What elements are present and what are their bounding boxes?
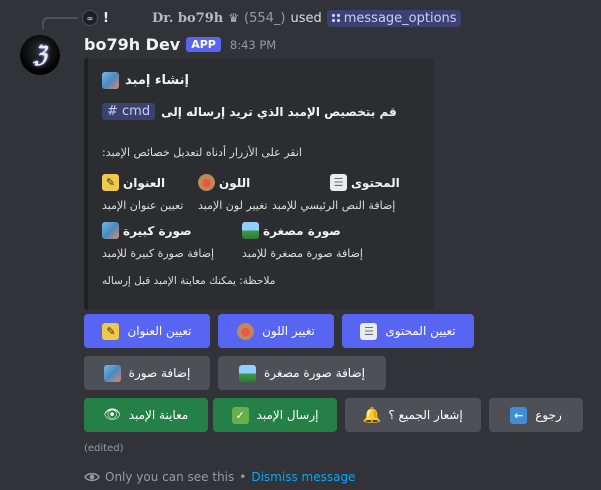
add-thumbnail-button[interactable]: إضافة صورة مصغرة	[218, 356, 386, 390]
bot-username[interactable]: bo79h Dev	[84, 35, 180, 54]
field-name-text: صورة مصغرة	[263, 223, 341, 238]
reply-spine	[42, 17, 78, 29]
bot-avatar[interactable]: ℨ	[20, 35, 60, 75]
preview-embed-button[interactable]: 👁 معاينة الإمبد	[84, 398, 208, 432]
back-arrow-icon: ←	[510, 406, 528, 424]
embed-field-title: ✎ العنوان تعيين عنوان الإمبد	[102, 174, 183, 212]
change-color-button[interactable]: ● تغيير اللون	[218, 314, 334, 348]
field-value: تعيين عنوان الإمبد	[102, 199, 184, 212]
ephemeral-notice: Only you can see this • Dismiss message	[84, 469, 355, 485]
eye-icon	[84, 469, 100, 485]
dismiss-message-link[interactable]: Dismiss message	[251, 470, 355, 484]
reply-reference[interactable]: ∞ ! Dr. bo79h ♛ (554_) used message_opti…	[82, 8, 461, 28]
pencil-icon: ✎	[102, 174, 119, 191]
command-icon	[331, 13, 340, 23]
palette-icon: ●	[237, 322, 255, 340]
embed-title: إنشاء إمبد	[102, 72, 189, 89]
landscape-icon	[242, 222, 259, 239]
slash-command-chip[interactable]: message_options	[326, 9, 461, 27]
notify-everyone-label: إشعار الجميع ؟	[388, 408, 463, 422]
change-color-label: تغيير اللون	[262, 324, 315, 338]
notify-everyone-button[interactable]: 🔔 إشعار الجميع ؟	[345, 398, 481, 432]
message-header: bo79h Dev APP 8:43 PM	[84, 35, 276, 54]
embed-field-content: ☰ المحتوى إضافة النص الرئيسي للإمبد	[272, 174, 400, 212]
embed-note: ملاحظة: يمكنك معاينة الإمبد قبل إرساله	[102, 275, 276, 287]
slash-command-name: message_options	[343, 10, 457, 26]
app-tag: APP	[186, 37, 221, 52]
edited-marker: (edited)	[84, 443, 124, 454]
reply-used-text: used	[290, 10, 322, 26]
add-image-button[interactable]: إضافة صورة	[84, 356, 210, 390]
field-name: ● اللون	[198, 174, 268, 191]
eye-icon: 👁	[103, 407, 122, 423]
image-icon	[103, 364, 121, 382]
separator: •	[239, 470, 247, 484]
preview-embed-label: معاينة الإمبد	[128, 408, 189, 422]
field-name: ✎ العنوان	[102, 174, 183, 191]
check-icon: ✓	[231, 406, 249, 424]
embed-field-thumbnail: صورة مصغرة إضافة صورة مصغرة للإمبد	[242, 222, 363, 260]
crown-icon: ♛	[228, 11, 239, 25]
field-name: ☰ المحتوى	[272, 174, 400, 191]
reply-avatar[interactable]: ∞	[82, 10, 98, 26]
document-icon: ☰	[330, 174, 347, 191]
bot-avatar-glyph: ℨ	[33, 42, 47, 68]
channel-mention[interactable]: # cmd	[102, 103, 156, 120]
field-value: إضافة صورة مصغرة للإمبد	[242, 247, 363, 260]
back-button[interactable]: ← رجوع	[489, 398, 583, 432]
set-title-label: تعيين العنوان	[127, 324, 192, 338]
field-value: تغيير لون الإمبد	[198, 199, 268, 212]
add-image-label: إضافة صورة	[128, 366, 191, 380]
send-embed-button[interactable]: ✓ إرسال الإمبد	[213, 398, 337, 432]
image-icon	[102, 72, 119, 89]
embed-description: # cmd قم بتخصيص الإمبد الذي تريد إرساله …	[102, 103, 397, 120]
visibility-text: Only you can see this	[105, 470, 235, 484]
embed-title-text: إنشاء إمبد	[125, 73, 189, 88]
field-name-text: العنوان	[123, 175, 166, 190]
image-icon	[102, 222, 119, 239]
document-icon: ☰	[360, 322, 378, 340]
field-value: إضافة صورة كبيرة للإمبد	[102, 247, 215, 260]
field-name-text: صورة كبيرة	[123, 223, 192, 238]
field-value: إضافة النص الرئيسي للإمبد	[272, 199, 396, 212]
embed-description-text: قم بتخصيص الإمبد الذي تريد إرساله إلى	[161, 104, 397, 119]
embed-card: إنشاء إمبد # cmd قم بتخصيص الإمبد الذي ت…	[84, 58, 434, 310]
field-name: صورة مصغرة	[242, 222, 363, 239]
embed-body: إنشاء إمبد # cmd قم بتخصيص الإمبد الذي ت…	[102, 58, 420, 310]
reply-prefix: !	[103, 10, 109, 26]
reply-count: (554_)	[244, 10, 286, 26]
reply-username[interactable]: Dr. bo79h	[152, 11, 223, 26]
landscape-icon	[239, 364, 256, 382]
set-title-button[interactable]: ✎ تعيين العنوان	[84, 314, 210, 348]
message-timestamp[interactable]: 8:43 PM	[230, 38, 276, 52]
reply-avatar-glyph: ∞	[86, 13, 94, 23]
embed-field-large-image: صورة كبيرة إضافة صورة كبيرة للإمبد	[102, 222, 214, 260]
pencil-icon: ✎	[102, 322, 120, 340]
embed-field-color: ● اللون تغيير لون الإمبد	[198, 174, 268, 212]
field-name: صورة كبيرة	[102, 222, 214, 239]
set-content-button[interactable]: ☰ تعيين المحتوى	[342, 314, 474, 348]
field-name-text: المحتوى	[351, 175, 400, 190]
send-embed-label: إرسال الإمبد	[256, 408, 319, 422]
field-name-text: اللون	[219, 175, 251, 190]
palette-icon: ●	[198, 174, 215, 191]
embed-hint: انقر على الأزرار أدناه لتعديل خصائص الإم…	[102, 146, 302, 159]
back-label: رجوع	[535, 408, 562, 422]
add-thumbnail-label: إضافة صورة مصغرة	[264, 366, 365, 380]
bell-icon: 🔔	[362, 406, 382, 424]
set-content-label: تعيين المحتوى	[385, 324, 456, 338]
